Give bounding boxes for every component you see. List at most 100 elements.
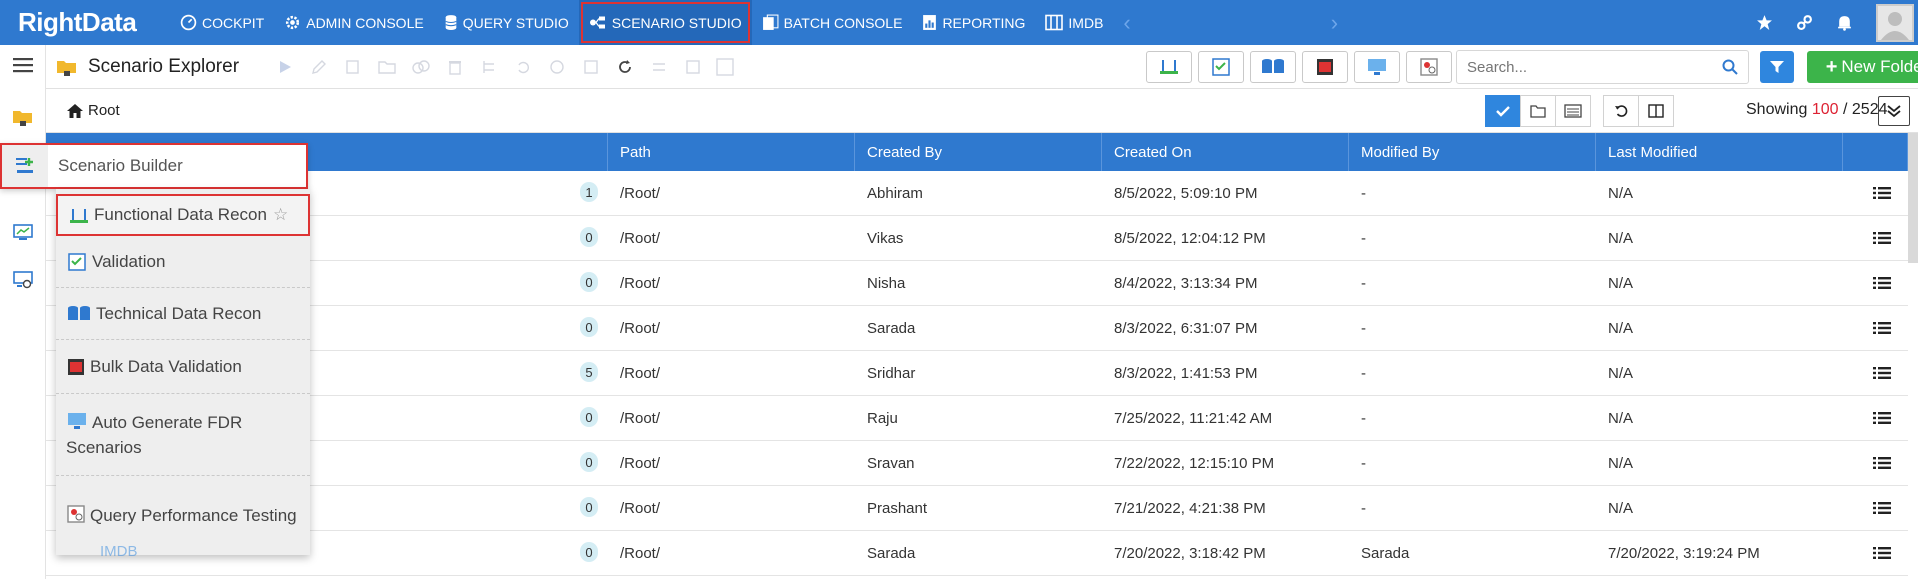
nav-reporting[interactable]: REPORTING bbox=[912, 0, 1035, 45]
nav-query-studio-label: QUERY STUDIO bbox=[462, 14, 569, 31]
reset-button[interactable] bbox=[1603, 95, 1639, 127]
expand-button[interactable] bbox=[1878, 96, 1910, 126]
nav-imdb-label: IMDB bbox=[1068, 14, 1104, 31]
edit-icon[interactable] bbox=[307, 55, 331, 79]
template-icon[interactable] bbox=[715, 55, 739, 79]
bell-icon[interactable] bbox=[1824, 14, 1864, 31]
row-created-on: 7/20/2022, 3:18:42 PM bbox=[1114, 544, 1266, 562]
nav-scenario-studio[interactable]: SCENARIO STUDIO bbox=[578, 0, 752, 45]
undo-icon[interactable] bbox=[511, 55, 535, 79]
row-menu-button[interactable] bbox=[1843, 501, 1908, 515]
refresh-icon[interactable] bbox=[613, 55, 637, 79]
delete-icon[interactable] bbox=[443, 55, 467, 79]
scenario-builder-icon bbox=[2, 145, 48, 187]
brand-logo[interactable]: RightData bbox=[0, 0, 170, 45]
menu-item-auto-fdr[interactable]: Auto Generate FDR Scenarios bbox=[56, 394, 310, 476]
row-menu-button[interactable] bbox=[1843, 186, 1908, 200]
table-row[interactable]: 0/Root/Sarada 7/20/2022, 3:18:42 PM Sarada… bbox=[46, 531, 1908, 576]
quick-create-buttons bbox=[1146, 51, 1452, 83]
quick-bulk-button[interactable] bbox=[1302, 51, 1348, 83]
favorite-star-icon[interactable]: ☆ bbox=[273, 205, 288, 225]
table-row[interactable]: 1/Root/Abhiram 8/5/2022, 5:09:10 PM - N/A bbox=[46, 171, 1908, 216]
row-menu-button[interactable] bbox=[1843, 456, 1908, 470]
auto-fdr-icon bbox=[1368, 59, 1386, 75]
tdr-icon bbox=[1262, 59, 1284, 73]
row-menu-button[interactable] bbox=[1843, 546, 1908, 560]
row-menu-button[interactable] bbox=[1843, 411, 1908, 425]
search-icon[interactable] bbox=[1722, 59, 1738, 75]
quick-validation-button[interactable] bbox=[1198, 51, 1244, 83]
list-view-button[interactable] bbox=[1555, 95, 1591, 127]
layout-icon[interactable] bbox=[681, 55, 705, 79]
copy-icon[interactable] bbox=[409, 55, 433, 79]
transfer-icon[interactable] bbox=[647, 55, 671, 79]
row-modified-by: - bbox=[1361, 184, 1366, 202]
row-menu-button[interactable] bbox=[1843, 366, 1908, 380]
col-path[interactable]: Path bbox=[608, 133, 855, 171]
rail-explorer-button[interactable] bbox=[0, 97, 46, 137]
select-all-button[interactable] bbox=[1485, 95, 1521, 127]
row-count-badge: 5 bbox=[580, 362, 598, 382]
table-row[interactable]: 0/Root/Raju 7/25/2022, 11:21:42 AM - N/A bbox=[46, 396, 1908, 441]
folder-view-button[interactable] bbox=[1520, 95, 1556, 127]
row-menu-button[interactable] bbox=[1843, 231, 1908, 245]
search-input[interactable] bbox=[1467, 58, 1722, 76]
menu-item-validation[interactable]: Validation bbox=[56, 236, 310, 288]
col-created-by[interactable]: Created By bbox=[855, 133, 1102, 171]
row-path: /Root/ bbox=[620, 319, 661, 337]
nav-scroll-right-icon[interactable]: › bbox=[1321, 10, 1348, 36]
rail-menu-button[interactable] bbox=[0, 45, 46, 85]
row-menu-button[interactable] bbox=[1843, 321, 1908, 335]
table-row[interactable]: 0/Root/Prashant 7/21/2022, 4:21:38 PM - N/A bbox=[46, 486, 1908, 531]
nav-admin-console[interactable]: ADMIN CONSOLE bbox=[274, 0, 433, 45]
menu-item-query-perf[interactable]: Query Performance Testing bbox=[56, 476, 310, 555]
columns-button[interactable] bbox=[1638, 95, 1674, 127]
nav-imdb[interactable]: IMDB bbox=[1035, 0, 1113, 45]
scenario-icon bbox=[589, 16, 605, 29]
avatar[interactable] bbox=[1876, 3, 1914, 42]
nav-batch-console[interactable]: BATCH CONSOLE bbox=[752, 0, 913, 45]
rail-monitor-button[interactable] bbox=[0, 213, 46, 253]
col-modified-by[interactable]: Modified By bbox=[1349, 133, 1596, 171]
col-created-on[interactable]: Created On bbox=[1102, 133, 1349, 171]
move-folder-icon[interactable] bbox=[375, 55, 399, 79]
row-created-on: 8/5/2022, 12:04:12 PM bbox=[1114, 229, 1266, 247]
row-name-partial[interactable]: IMDB bbox=[100, 543, 138, 560]
menu-item-tdr[interactable]: Technical Data Recon bbox=[56, 288, 310, 340]
filter-button[interactable] bbox=[1760, 51, 1794, 83]
star-icon[interactable] bbox=[1744, 14, 1784, 31]
rail-settings-button[interactable] bbox=[0, 260, 46, 300]
table-row[interactable]: 0/Root/Nisha 8/4/2022, 3:13:34 PM - N/A bbox=[46, 261, 1908, 306]
quick-query-perf-button[interactable] bbox=[1406, 51, 1452, 83]
globe-icon[interactable] bbox=[545, 55, 569, 79]
row-modified-by: - bbox=[1361, 364, 1366, 382]
hierarchy-icon[interactable] bbox=[477, 55, 501, 79]
new-folder-button[interactable]: + New Folder bbox=[1807, 51, 1918, 83]
nav-scroll-left-icon[interactable]: ‹ bbox=[1113, 10, 1140, 36]
table-row[interactable]: 0/Root/Sravan 7/22/2022, 12:15:10 PM - N/A bbox=[46, 441, 1908, 486]
quick-auto-fdr-button[interactable] bbox=[1354, 51, 1400, 83]
vertical-scrollbar[interactable] bbox=[1908, 133, 1918, 263]
menu-item-fdr[interactable]: Functional Data Recon ☆ bbox=[56, 194, 310, 236]
table-row[interactable]: 0/Root/Sarada 8/3/2022, 6:31:07 PM - N/A bbox=[46, 306, 1908, 351]
breadcrumb[interactable]: Root bbox=[66, 102, 120, 119]
link-icon[interactable] bbox=[1784, 14, 1824, 31]
list-menu-icon bbox=[1872, 277, 1891, 289]
run-icon[interactable] bbox=[273, 55, 297, 79]
table-row[interactable]: 0/Root/Vikas 8/5/2022, 12:04:12 PM - N/A bbox=[46, 216, 1908, 261]
scenario-builder-header[interactable]: Scenario Builder bbox=[0, 143, 308, 189]
row-path: /Root/ bbox=[620, 544, 661, 562]
quick-tdr-button[interactable] bbox=[1250, 51, 1296, 83]
table-row[interactable]: 5/Root/Sridhar 8/3/2022, 1:41:53 PM - N/A bbox=[46, 351, 1908, 396]
row-menu-button[interactable] bbox=[1843, 276, 1908, 290]
row-last-modified: N/A bbox=[1608, 364, 1634, 382]
list-menu-icon bbox=[1872, 367, 1891, 379]
col-last-modified[interactable]: Last Modified bbox=[1596, 133, 1843, 171]
edit-doc-icon[interactable] bbox=[341, 55, 365, 79]
nav-cockpit[interactable]: COCKPIT bbox=[170, 0, 274, 45]
nav-query-studio[interactable]: QUERY STUDIO bbox=[434, 0, 579, 45]
report-icon[interactable] bbox=[579, 55, 603, 79]
quick-fdr-button[interactable] bbox=[1146, 51, 1192, 83]
menu-item-bulk[interactable]: Bulk Data Validation bbox=[56, 340, 310, 394]
showing-current: 100 bbox=[1811, 101, 1839, 118]
